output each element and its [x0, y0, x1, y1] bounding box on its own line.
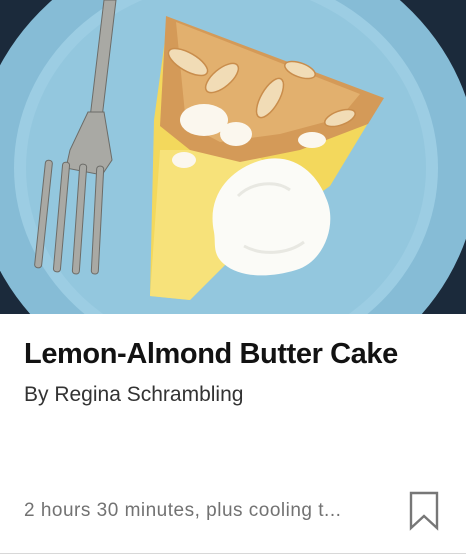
save-recipe-button[interactable] — [406, 490, 442, 532]
recipe-byline: By Regina Schrambling — [24, 383, 244, 406]
recipe-card[interactable]: Lemon-Almond Butter Cake By Regina Schra… — [0, 0, 466, 554]
recipe-title[interactable]: Lemon-Almond Butter Cake — [24, 336, 452, 372]
cake-image-illustration — [0, 0, 466, 314]
recipe-photo[interactable] — [0, 0, 466, 314]
bookmark-icon — [409, 491, 439, 531]
cook-time: 2 hours 30 minutes, plus cooling t... — [24, 500, 342, 521]
recipe-card-footer: 2 hours 30 minutes, plus cooling t... — [24, 490, 442, 534]
